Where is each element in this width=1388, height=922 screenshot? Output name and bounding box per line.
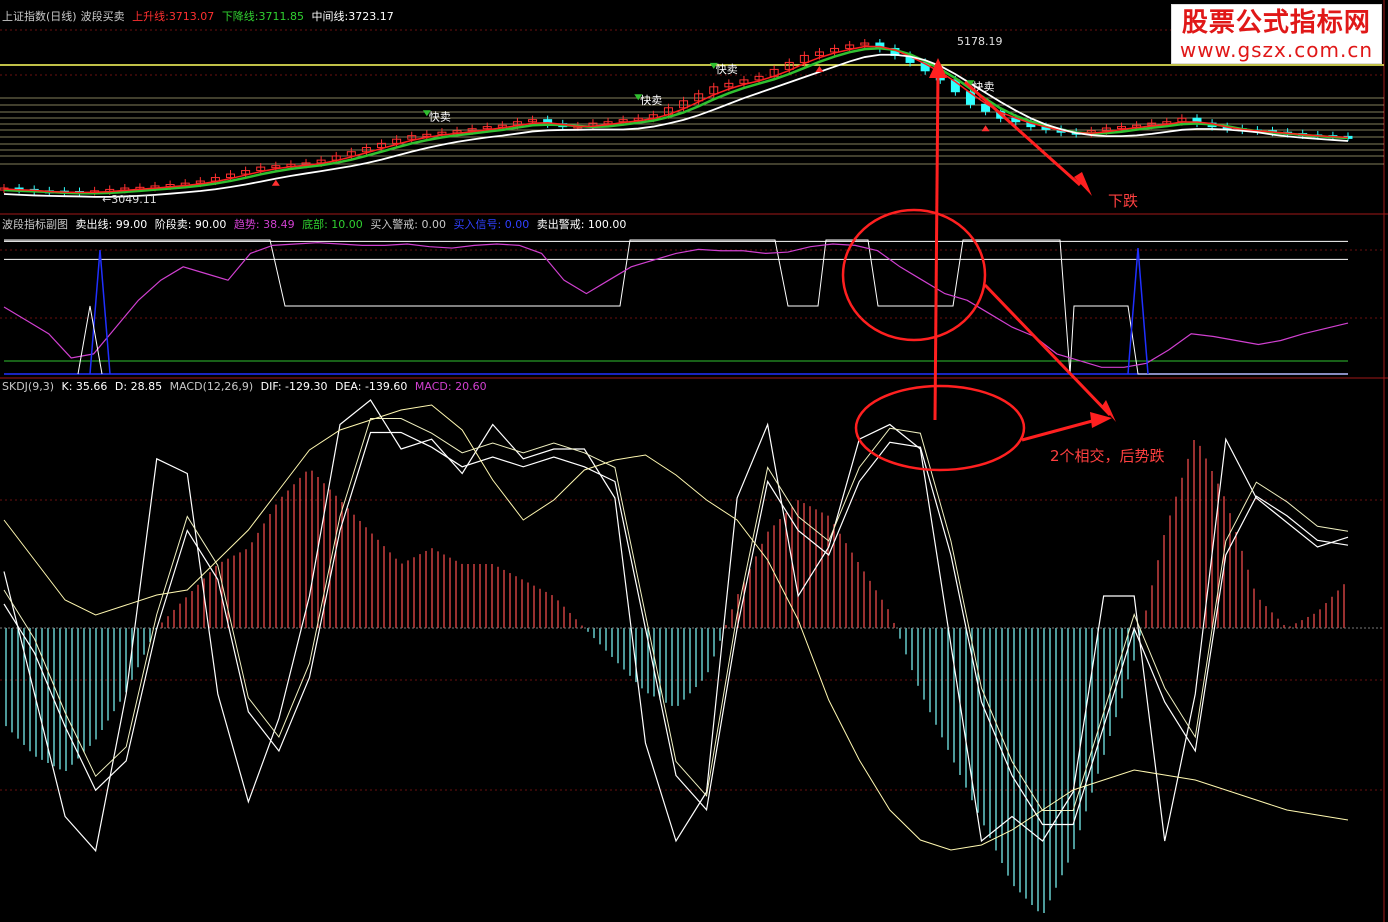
fast-sell-label: 快卖: [640, 94, 662, 107]
ma-white-line: [3, 53, 1349, 198]
arrow-up-line: [933, 69, 940, 421]
up-line-label: 上升线:: [132, 10, 169, 23]
trend: 趋势: 38.49: [233, 218, 295, 231]
signal-spike-line: [89, 249, 111, 375]
ma-red-line: [3, 45, 1349, 194]
down-line-value: 3711.85: [258, 10, 305, 23]
buy-signal: 买入信号: 0.00: [453, 218, 530, 231]
k-value: K: 35.66: [61, 380, 108, 393]
main-panel-header: 上证指数(日线) 波段买卖 上升线:3713.07 下降线:3711.85 中间线…: [2, 8, 398, 24]
arrow-right-line: [1021, 418, 1097, 442]
signal-spike-line: [1127, 247, 1149, 375]
mid-line-label: 中间线:: [311, 10, 349, 23]
watermark-logo: 股票公式指标网 www.gszx.com.cn: [1170, 4, 1382, 64]
down-line-label: 下降线:: [221, 10, 259, 23]
sell-warn: 卖出警戒: 100.00: [536, 218, 627, 231]
skdj-name: SKDJ(9,3): [2, 380, 54, 393]
watermark-url: www.gszx.com.cn: [1179, 38, 1373, 62]
ma-green-line: [3, 46, 1349, 195]
buy-arrow-icon: [981, 125, 990, 132]
low-price-label: ←3049.11: [102, 193, 157, 206]
high-price-label: 5178.19: [957, 35, 1003, 48]
fast-sell-label: 快卖: [429, 110, 451, 123]
arrow-cross-line: [983, 283, 1112, 417]
sub-name: 波段指标副图: [2, 218, 68, 231]
macd-panel-header: SKDJ(9,3) K: 35.66 D: 28.85 MACD(12,26,9…: [2, 380, 491, 393]
index-title: 上证指数(日线): [2, 10, 77, 23]
indicator-name: 波段买卖: [80, 10, 125, 23]
buy-arrow-icon: [271, 179, 280, 186]
d-value: D: 28.85: [114, 380, 163, 393]
cross-label: 2个相交，后势跌: [1050, 447, 1165, 465]
chart-canvas: ←3049.115178.19快卖快卖快卖快卖下跌2个相交，后势跌: [0, 0, 1388, 922]
sub-panel-header: 波段指标副图 卖出线: 99.00 阶段卖: 90.00 趋势: 38.49 底…: [2, 216, 630, 232]
up-line-value: 3713.07: [168, 10, 215, 23]
macd-name: MACD(12,26,9): [169, 380, 254, 393]
fast-sell-label: 快卖: [716, 63, 738, 76]
sell-line: 卖出线: 99.00: [75, 218, 148, 231]
dif-value: DIF: -129.30: [260, 380, 328, 393]
drop-label: 下跌: [1108, 192, 1138, 210]
bottom: 底部: 10.00: [302, 218, 363, 231]
dea-value: DEA: -139.60: [335, 380, 408, 393]
mid-line-value: 3723.17: [348, 10, 394, 23]
macd-value: MACD: 20.60: [414, 380, 487, 393]
buy-warn: 买入警戒: 0.00: [370, 218, 447, 231]
stage-sell: 阶段卖: 90.00: [154, 218, 227, 231]
arrow-drop-line: [963, 80, 1082, 187]
buy-signal-spike-line: [77, 305, 103, 375]
buy-arrow-icon: [815, 65, 824, 72]
watermark-title: 股票公式指标网: [1181, 8, 1371, 38]
